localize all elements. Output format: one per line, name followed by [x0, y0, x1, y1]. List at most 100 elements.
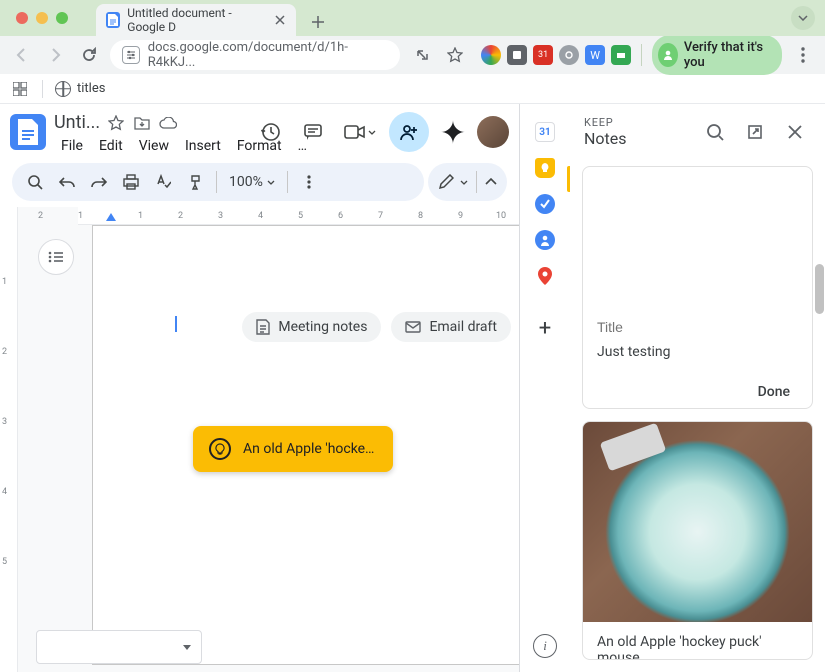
keep-panel-suptitle: KEEP	[584, 116, 691, 129]
keep-done-button[interactable]: Done	[748, 378, 800, 406]
calendar-rail-icon[interactable]: 31	[535, 122, 555, 142]
bookmark-item[interactable]: titles	[55, 81, 105, 97]
apps-grid-icon[interactable]	[10, 79, 30, 99]
tab-favicon-icon	[106, 12, 120, 28]
keep-compose-card[interactable]: Just testing Done	[582, 166, 813, 409]
print-icon[interactable]	[116, 167, 146, 197]
divider	[42, 80, 43, 98]
bulb-icon	[209, 438, 231, 460]
meet-button[interactable]	[337, 114, 383, 150]
docs-logo-icon[interactable]	[10, 114, 46, 150]
back-button[interactable]	[10, 41, 33, 69]
history-icon[interactable]	[253, 114, 289, 150]
zoom-value: 100%	[229, 174, 263, 190]
outline-toggle-button[interactable]	[38, 239, 74, 275]
extension-icon[interactable]	[481, 45, 501, 65]
keep-search-icon[interactable]	[699, 116, 731, 148]
verify-identity-button[interactable]: Verify that it's you	[652, 35, 782, 75]
keep-note-body[interactable]: Just testing	[597, 344, 798, 360]
globe-icon	[55, 81, 71, 97]
maps-rail-icon[interactable]	[535, 266, 555, 286]
redo-icon[interactable]	[84, 167, 114, 197]
menu-view[interactable]: View	[132, 135, 176, 157]
star-icon[interactable]	[106, 113, 126, 133]
keep-note-caption: An old Apple 'hockey puck' mouse	[583, 622, 812, 660]
window-maximize-button[interactable]	[56, 12, 68, 24]
menu-insert[interactable]: Insert	[178, 135, 228, 157]
extension-icon[interactable]	[559, 45, 579, 65]
chrome-expand-icon[interactable]	[791, 6, 815, 30]
dropdown-caret-icon	[183, 645, 191, 650]
chip-label: Email draft	[429, 319, 497, 335]
extension-icon[interactable]	[611, 45, 631, 65]
keep-open-external-icon[interactable]	[739, 116, 771, 148]
bookmarks-bar: titles	[0, 74, 825, 104]
editing-mode-selector[interactable]	[428, 163, 507, 201]
paint-format-icon[interactable]	[180, 167, 210, 197]
add-addon-button[interactable]: +	[529, 312, 561, 344]
tab-close-icon[interactable]	[274, 13, 286, 27]
document-page[interactable]: Meeting notes Email draft An old Apple '…	[92, 225, 519, 665]
indent-marker-icon[interactable]	[106, 213, 116, 221]
keep-panel: KEEP Notes Just testing Done An old Appl…	[570, 104, 825, 672]
scrollbar[interactable]	[815, 264, 824, 314]
extension-icon[interactable]: W	[585, 45, 605, 65]
window-controls	[8, 12, 76, 24]
toolbar-more-icon[interactable]	[294, 167, 324, 197]
site-settings-icon[interactable]	[122, 46, 140, 64]
divider	[287, 171, 288, 193]
collapse-up-icon[interactable]	[485, 178, 497, 186]
bookmark-star-icon[interactable]	[444, 41, 467, 69]
menu-edit[interactable]: Edit	[92, 135, 130, 157]
url-text: docs.google.com/document/d/1h-R4kKJ...	[148, 40, 388, 70]
cloud-status-icon[interactable]	[158, 113, 178, 133]
move-folder-icon[interactable]	[132, 113, 152, 133]
doc-title[interactable]: Unti...	[54, 112, 100, 133]
extension-badge: 31	[538, 50, 548, 60]
info-button[interactable]: i	[533, 634, 557, 658]
spellcheck-icon[interactable]	[148, 167, 178, 197]
keep-rail-icon[interactable]	[535, 158, 555, 178]
style-selector[interactable]	[36, 630, 202, 664]
omnibox[interactable]: docs.google.com/document/d/1h-R4kKJ...	[110, 40, 400, 70]
share-button[interactable]	[389, 112, 429, 152]
forward-button[interactable]	[43, 41, 66, 69]
contacts-rail-icon[interactable]	[535, 230, 555, 250]
window-close-button[interactable]	[16, 12, 28, 24]
suggestion-chip-email-draft[interactable]: Email draft	[391, 312, 511, 342]
open-external-icon[interactable]	[410, 41, 433, 69]
addr-divider	[641, 44, 642, 66]
horizontal-ruler[interactable]: 2 1 1 2 3 4 5 6 7 8 9 10 1	[78, 207, 519, 225]
undo-icon[interactable]	[52, 167, 82, 197]
gemini-icon[interactable]	[435, 114, 471, 150]
toolbar: 100%	[0, 157, 519, 207]
email-icon	[405, 321, 421, 333]
verify-identity-icon	[658, 43, 678, 67]
keep-note-title-input[interactable]	[597, 319, 798, 335]
extension-icon[interactable]: 31	[533, 45, 553, 65]
search-menus-icon[interactable]	[20, 167, 50, 197]
chrome-menu-button[interactable]	[792, 41, 815, 69]
keep-close-icon[interactable]	[779, 116, 811, 148]
menu-file[interactable]: File	[54, 135, 90, 157]
keep-preview-tooltip: An old Apple 'hockey …	[193, 426, 393, 472]
divider	[216, 171, 217, 193]
divider	[476, 171, 477, 193]
comments-icon[interactable]	[295, 114, 331, 150]
address-bar: docs.google.com/document/d/1h-R4kKJ... 3…	[0, 36, 825, 74]
zoom-selector[interactable]: 100%	[223, 174, 281, 190]
browser-tab-active[interactable]: Untitled document - Google D	[96, 4, 296, 36]
document-canvas[interactable]: 2 1 1 2 3 4 5 6 7 8 9 10 1	[18, 207, 519, 672]
new-tab-button[interactable]	[304, 8, 332, 36]
keep-note-image	[583, 422, 812, 622]
verify-label: Verify that it's you	[684, 40, 770, 70]
reload-button[interactable]	[77, 41, 100, 69]
suggestion-chip-meeting-notes[interactable]: Meeting notes	[242, 312, 381, 342]
extension-icon[interactable]	[507, 45, 527, 65]
keep-note-card[interactable]: An old Apple 'hockey puck' mouse	[582, 421, 813, 660]
keep-panel-title: Notes	[584, 129, 691, 148]
window-minimize-button[interactable]	[36, 12, 48, 24]
tasks-rail-icon[interactable]	[535, 194, 555, 214]
extension-icons: 31 W	[481, 45, 631, 65]
account-avatar[interactable]	[477, 116, 509, 148]
